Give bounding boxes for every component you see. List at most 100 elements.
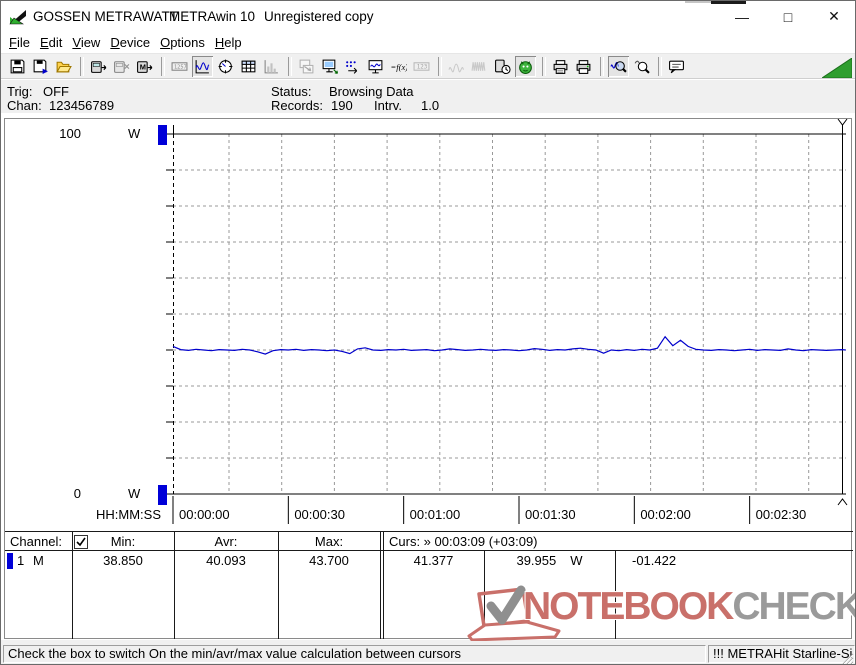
row-max-value: 43.700 (309, 553, 349, 568)
memory-read-icon[interactable]: M (134, 56, 155, 77)
histogram-view-icon (261, 56, 282, 77)
header-channel: Channel: (10, 534, 63, 549)
header-max: Max: (314, 534, 344, 549)
title-bar: GOSSEN METRAWATT METRAwin 10 Unregistere… (1, 1, 855, 32)
app-logo-icon (9, 10, 27, 25)
row-delta-value: -01.422 (632, 553, 677, 568)
line-chart-view-icon[interactable] (192, 55, 213, 77)
toolbar-separator (161, 56, 165, 76)
save-as-icon[interactable] (30, 56, 51, 77)
metrawin-window: GOSSEN METRAWATT METRAwin 10 Unregistere… (0, 0, 856, 665)
toolbar-separator (600, 56, 604, 76)
x-tick-label: 00:02:00 (640, 507, 691, 522)
cropped-watermark-fragment (685, 1, 711, 3)
device-status: !!! METRAHit Starline-Si (708, 645, 855, 663)
x-tick-label: 00:01:30 (524, 507, 576, 522)
row-min-value: 38.850 (103, 553, 143, 568)
print-icon[interactable] (573, 56, 594, 77)
y-axis-unit-top: W (128, 126, 141, 141)
y-axis-unit-bottom: W (128, 486, 141, 501)
zoom-area-icon[interactable] (631, 56, 652, 77)
svg-text:M: M (140, 62, 146, 71)
window-title-product: METRAwin 10 (169, 9, 256, 24)
lcd-display-icon: 1257 (169, 56, 190, 77)
window-title-app: GOSSEN METRAWATT (33, 9, 178, 24)
toolbar-separator (288, 56, 292, 76)
header-avr: Avr: (214, 534, 238, 549)
zoom-signal-icon[interactable] (608, 55, 629, 77)
toolbar-separator (658, 56, 662, 76)
open-icon[interactable] (53, 56, 74, 77)
records-label: Records: (271, 98, 324, 113)
x-tick-label: 00:01:00 (409, 507, 461, 522)
menu-edit[interactable]: Edit (35, 33, 67, 52)
header-min: Min: (110, 534, 136, 549)
y-axis-max-label: 100 (59, 126, 81, 141)
close-button[interactable]: ✕ (811, 1, 855, 32)
svg-text:123: 123 (417, 64, 428, 70)
export-icon (296, 56, 317, 77)
row-channel-mode: M (33, 553, 44, 568)
content-area: 100 W 0 W HH:MM:SS 00:00:00 00:00:30 00:01… (1, 113, 855, 641)
menu-device[interactable]: Device (105, 33, 155, 52)
maximize-button[interactable]: □ (765, 1, 811, 32)
x-tick-label: 00:00:00 (179, 507, 230, 522)
channel-marker-top (158, 125, 167, 145)
resize-grip[interactable] (840, 651, 854, 665)
header-cursor: Curs: » 00:03:09 (+03:09) (389, 534, 538, 549)
print-preview-icon[interactable] (550, 56, 571, 77)
menu-options[interactable]: Options (155, 33, 210, 52)
y-axis-min-label: 0 (73, 486, 81, 501)
device-settings-icon[interactable] (319, 56, 340, 77)
trig-value: OFF (43, 84, 69, 99)
measurement-table: Channel: Min: Avr: Max: Curs: » 00:03:09… (5, 531, 853, 639)
row-channel-number: 1 (17, 553, 25, 568)
chan-value: 123456789 (49, 98, 115, 113)
status-panel: Trig: OFF Chan: 123456789 Status: Browsi… (1, 79, 855, 113)
x-tick-label: 00:02:30 (755, 507, 807, 522)
status-value: Browsing Data (329, 84, 414, 99)
menu-help[interactable]: Help (210, 33, 247, 52)
live-measure-icon[interactable] (515, 55, 536, 77)
records-value: 190 (331, 98, 353, 113)
wave-low-icon (446, 56, 467, 77)
status-label: Status: (271, 84, 312, 99)
wave-dense-icon (469, 56, 490, 77)
status-message: Check the box to switch On the min/avr/m… (3, 645, 706, 663)
disconnect-device-icon (111, 56, 132, 77)
clock-icon[interactable] (492, 56, 513, 77)
toolbar-separator (80, 56, 84, 76)
channel-marker-bottom (158, 485, 167, 505)
row-live-value: 39.955 (516, 553, 557, 568)
formula-icon[interactable]: =f(x) (388, 56, 409, 77)
svg-text:=f(x): =f(x) (391, 62, 407, 72)
row-avr-value: 40.093 (206, 553, 246, 568)
toolbar-separator (542, 56, 546, 76)
status-bar: Check the box to switch On the min/avr/m… (1, 643, 855, 665)
x-axis-format-label: HH:MM:SS (96, 507, 161, 522)
menu-view[interactable]: View (67, 33, 105, 52)
row-cursor-value: 41.377 (413, 553, 454, 568)
menu-bar: File Edit View Device Options Help (1, 32, 855, 53)
svg-text:1257: 1257 (174, 64, 187, 70)
hint-icon[interactable] (666, 56, 687, 77)
x-tick-label: 00:00:30 (294, 507, 345, 522)
table-view-icon[interactable] (238, 56, 259, 77)
row-live-unit: W (570, 553, 583, 568)
analog-meter-view-icon[interactable] (215, 56, 236, 77)
channel-row-marker (7, 553, 13, 569)
toolbar-corner-triangle-icon (822, 58, 852, 78)
data-logger-icon[interactable] (342, 56, 363, 77)
chan-label: Chan: (7, 98, 42, 113)
monitor-icon[interactable] (365, 56, 386, 77)
toolbar-separator (438, 56, 442, 76)
minimize-button[interactable]: — (719, 1, 765, 32)
save-icon[interactable] (7, 56, 28, 77)
trig-label: Trig: (7, 84, 33, 99)
read-device-icon[interactable] (88, 56, 109, 77)
toolbar: M 1257 =f(x) 123 (1, 53, 855, 79)
menu-file[interactable]: File (4, 33, 35, 52)
interval-label: Intrv. (374, 98, 402, 113)
window-title-note: Unregistered copy (264, 9, 374, 24)
interval-value: 1.0 (421, 98, 440, 113)
